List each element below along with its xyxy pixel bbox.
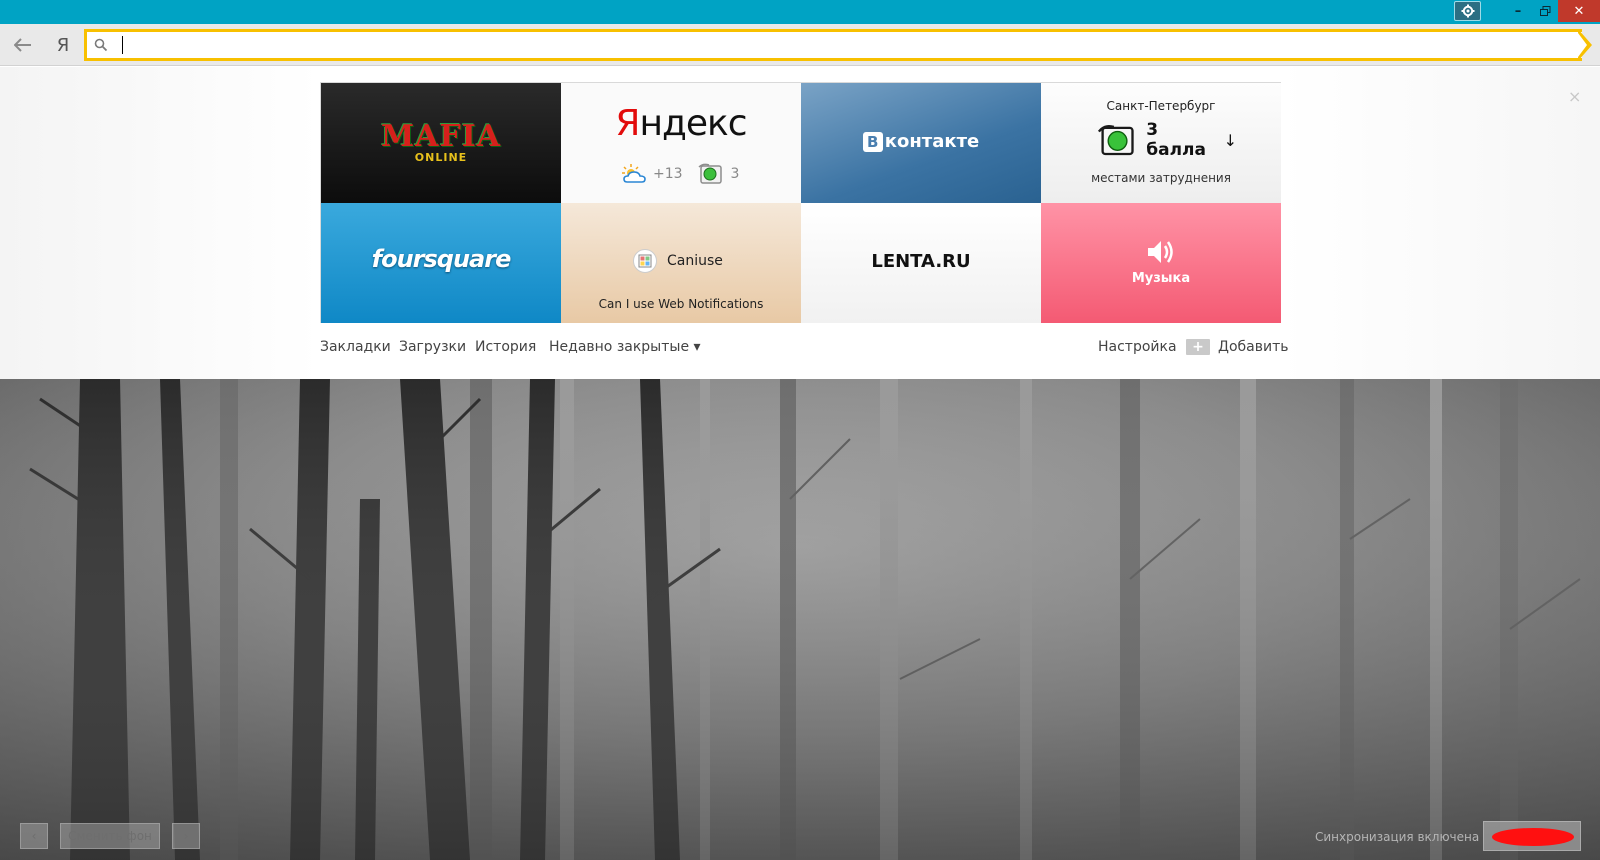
add-button[interactable]: + Добавить xyxy=(1186,339,1288,355)
back-button[interactable] xyxy=(10,33,36,57)
close-button[interactable]: ✕ xyxy=(1558,0,1600,22)
recently-closed-link[interactable]: Недавно закрытые ▾ xyxy=(549,339,701,355)
yandex-logo: Яндекс xyxy=(561,103,801,144)
tableau: × MAFIA ONLINE Яндекс +13 3 В контакте С… xyxy=(0,67,1600,379)
tile-mafia-online[interactable]: MAFIA ONLINE xyxy=(321,83,561,203)
traffic-note: местами затруднения xyxy=(1091,171,1231,185)
omnibox[interactable] xyxy=(84,29,1582,61)
lenta-logo: LENTA.RU xyxy=(871,251,971,272)
downloads-link[interactable]: Загрузки xyxy=(399,339,466,355)
arrow-left-icon xyxy=(14,38,31,52)
yandex-logo-first: Я xyxy=(615,103,640,144)
prev-background-button[interactable]: ‹ xyxy=(20,823,48,849)
yandex-logo-rest: ндекс xyxy=(639,103,747,144)
yandex-traffic-value: 3 xyxy=(730,166,740,182)
gear-icon xyxy=(1461,4,1474,18)
tile-yandex[interactable]: Яндекс +13 3 xyxy=(561,83,801,203)
traffic-city: Санкт-Петербург xyxy=(1106,99,1216,113)
tile-foursquare[interactable]: foursquare xyxy=(321,203,561,323)
restore-button[interactable] xyxy=(1532,0,1558,22)
minimize-icon: – xyxy=(1514,3,1522,19)
settings-button[interactable] xyxy=(1454,1,1481,21)
tile-music[interactable]: Музыка xyxy=(1041,203,1281,323)
next-background-button[interactable]: › xyxy=(172,823,200,849)
close-icon: ✕ xyxy=(1573,3,1585,19)
sync-status: Синхронизация включена xyxy=(1315,830,1480,844)
tile-vkontakte[interactable]: В контакте xyxy=(801,83,1041,203)
speed-dial-grid: MAFIA ONLINE Яндекс +13 3 В контакте Сан… xyxy=(320,82,1281,323)
traffic-trend-arrow: ↓ xyxy=(1223,130,1237,150)
minimize-button[interactable]: – xyxy=(1505,0,1531,22)
bookmarks-link[interactable]: Закладки xyxy=(320,339,391,355)
plus-icon: + xyxy=(1186,339,1210,355)
change-background-button[interactable]: Сменить фон xyxy=(60,823,160,849)
background-controls: ‹ Сменить фон › xyxy=(20,822,200,850)
restore-icon xyxy=(1539,5,1550,16)
text-caret xyxy=(122,36,123,54)
background-image xyxy=(0,379,1600,860)
tableau-close-button[interactable]: × xyxy=(1568,87,1581,106)
music-label: Музыка xyxy=(1131,271,1191,286)
foursquare-logo: foursquare xyxy=(371,245,512,273)
tile-traffic-spb[interactable]: Санкт-Петербург 3 балла ↓ местами затруд… xyxy=(1041,83,1281,203)
weather-cloud-sun-icon xyxy=(622,164,646,183)
caniuse-favicon-icon xyxy=(633,249,657,273)
vk-logo: В контакте xyxy=(801,131,1041,152)
tile-lenta-ru[interactable]: LENTA.RU xyxy=(801,203,1041,323)
traffic-light-icon xyxy=(1097,124,1134,156)
traffic-score-row: 3 балла ↓ xyxy=(1097,120,1237,160)
search-icon xyxy=(94,38,108,52)
mafia-logo: MAFIA xyxy=(380,119,502,154)
mafia-logo-sub: ONLINE xyxy=(414,151,468,164)
omnibox-arrow-inner xyxy=(1578,33,1587,57)
settings-link[interactable]: Настройка xyxy=(1098,339,1177,355)
caniuse-header: Caniuse xyxy=(633,249,723,273)
omnibox-input[interactable] xyxy=(119,33,1559,57)
caniuse-page-title: Can I use Web Notifications xyxy=(598,297,764,311)
yandex-weather-value: +13 xyxy=(653,166,683,182)
tile-caniuse[interactable]: Caniuse Can I use Web Notifications xyxy=(561,203,801,323)
traffic-score: 3 балла xyxy=(1146,120,1206,160)
sync-account-button[interactable] xyxy=(1483,821,1581,851)
toolbar: Я xyxy=(0,24,1600,66)
vk-logo-badge: В xyxy=(862,131,883,152)
yandex-widgets: +13 3 xyxy=(621,161,761,187)
traffic-light-icon xyxy=(698,163,722,184)
redacted-account-mark xyxy=(1492,828,1574,846)
speaker-icon xyxy=(1148,241,1173,263)
add-label: Добавить xyxy=(1218,339,1289,355)
caniuse-label: Caniuse xyxy=(667,253,723,269)
vk-logo-text: контакте xyxy=(884,131,980,152)
title-bar: – ✕ xyxy=(0,0,1600,24)
foggy-forest-image xyxy=(0,379,1600,860)
tableau-links: Закладки Загрузки История Недавно закрыт… xyxy=(320,339,1288,359)
history-link[interactable]: История xyxy=(475,339,536,355)
yandex-button[interactable]: Я xyxy=(52,33,74,57)
